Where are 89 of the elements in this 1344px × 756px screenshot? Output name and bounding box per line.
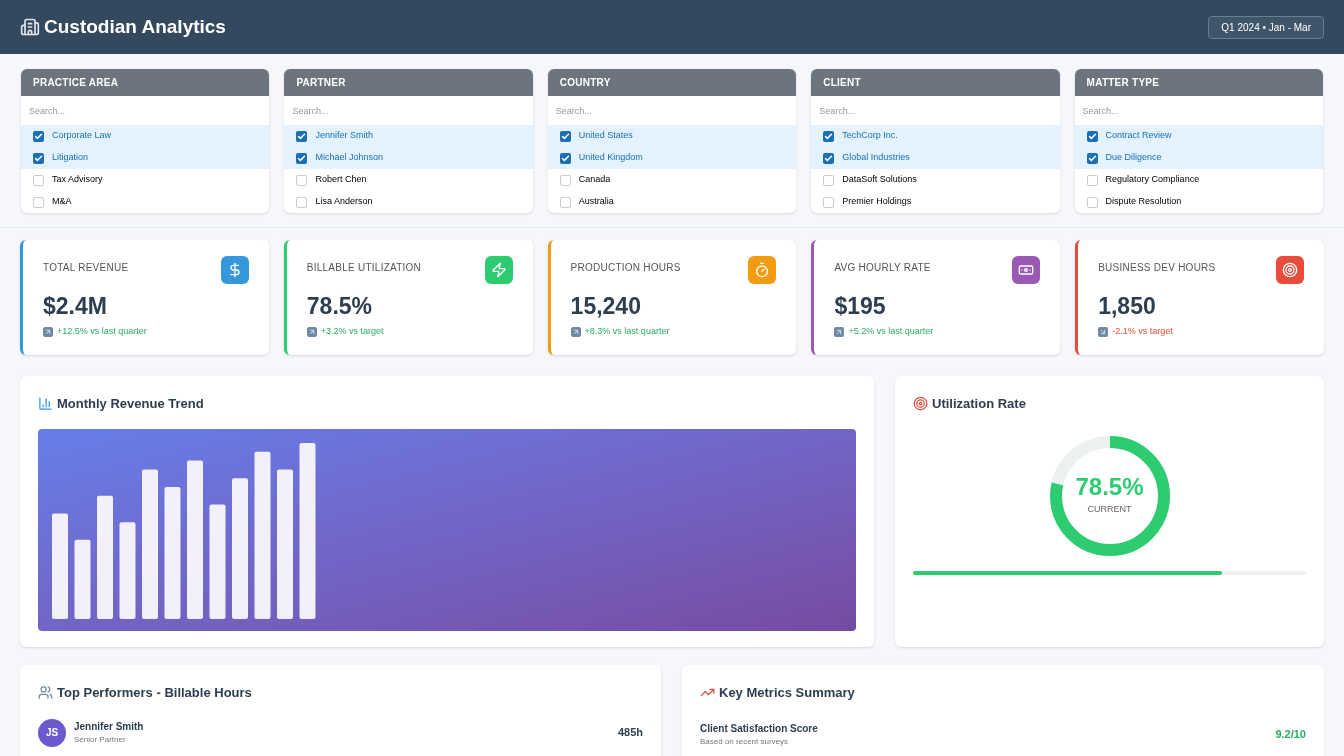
people-icon [38,685,53,701]
checkbox[interactable] [1086,130,1098,142]
checkbox[interactable] [296,152,308,164]
filter-title: PRACTICE AREA [21,69,270,96]
checkbox[interactable] [559,174,571,186]
search-field[interactable]: Search... [811,96,1060,125]
filter-option[interactable]: Michael Johnson [284,147,533,169]
kpi-value: $195 [834,292,887,321]
filter-option[interactable]: M&A [21,191,270,213]
filter-option[interactable]: Premier Holdings [811,191,1060,213]
kpi-label: PRODUCTION HOURS [570,261,681,275]
target-icon [913,396,928,412]
chart-title: Monthly Revenue Trend [57,395,204,413]
gauge-caption: CURRENT [1087,502,1132,516]
performer-name: Jennifer Smith [74,720,145,734]
filter-option[interactable]: Canada [547,169,797,191]
search-field[interactable]: Search... [547,96,797,125]
kpi-label: BUSINESS DEV HOURS [1098,261,1216,275]
filter-option[interactable]: United States [547,125,797,147]
kpi-change: -2.1% vs target [1112,324,1173,338]
checkbox[interactable] [1086,152,1098,164]
filter-option[interactable]: TechCorp Inc. [811,125,1060,147]
kpi-value: $2.4M [43,292,108,321]
filter-title: CLIENT [811,69,1060,96]
filter-option[interactable]: Australia [547,191,797,213]
filter-option[interactable]: United Kingdom [547,147,797,169]
period-button[interactable]: Q1 2024 • Jan - Mar [1208,15,1324,39]
filter-option[interactable]: Global Industries [811,147,1060,169]
checkbox[interactable] [296,130,308,142]
metric-note: Based on recent surveys [700,735,790,748]
section-title: Top Performers - Billable Hours [57,684,252,702]
performer-hours: 485h [617,725,643,741]
filter-title: MATTER TYPE [1074,69,1323,96]
trend-up-icon [834,326,845,337]
checkbox[interactable] [823,152,835,164]
kpi-change: +12.5% vs last quarter [57,324,147,338]
filter-option[interactable]: Regulatory Compliance [1074,169,1323,191]
checkbox[interactable] [559,130,571,142]
checkbox[interactable] [823,196,835,208]
performer-role: Senior Partner [74,734,127,746]
kpi-label: BILLABLE UTILIZATION [306,261,422,275]
avatar: JS [38,718,66,747]
filter-option[interactable]: Contract Review [1074,125,1323,147]
search-field[interactable]: Search... [21,96,270,125]
bar-chart-icon [38,396,53,412]
checkbox[interactable] [823,174,835,186]
filter-title: PARTNER [284,69,533,96]
trend-down-icon [1098,326,1109,337]
checkbox[interactable] [33,196,44,208]
filter-option[interactable]: Dispute Resolution [1074,191,1323,213]
kpi-value: 1,850 [1098,292,1157,321]
filter-option[interactable]: DataSoft Solutions [811,169,1060,191]
checkbox[interactable] [33,130,44,142]
filter-option[interactable]: Tax Advisory [21,169,270,191]
checkbox[interactable] [33,174,44,186]
section-title: Key Metrics Summary [719,684,855,702]
checkbox[interactable] [559,152,571,164]
kpi-change: +8.3% vs last quarter [584,324,670,338]
kpi-value: 15,240 [570,292,642,321]
kpi-change: +5.2% vs last quarter [848,324,934,338]
building-icon [20,17,40,37]
checkbox[interactable] [559,196,571,208]
filter-option[interactable]: Corporate Law [21,125,270,147]
filter-option[interactable]: Jennifer Smith [284,125,533,147]
kpi-label: AVG HOURLY RATE [834,261,931,275]
kpi-change: +3.2% vs target [320,324,384,338]
trend-up-icon [570,326,581,337]
kpi-label: TOTAL REVENUE [43,261,129,275]
metric-name: Client Satisfaction Score [700,721,819,736]
filter-option[interactable]: Due Diligence [1074,147,1323,169]
app-title: Custodian Analytics [44,14,226,39]
checkbox[interactable] [296,196,308,208]
checkbox[interactable] [823,130,835,142]
filter-option[interactable]: Litigation [21,147,270,169]
kpi-value: 78.5% [306,292,373,321]
filter-title: COUNTRY [547,69,797,96]
search-field[interactable]: Search... [284,96,533,125]
checkbox[interactable] [1086,196,1098,208]
checkbox[interactable] [296,174,308,186]
filter-option[interactable]: Lisa Anderson [284,191,533,213]
trend-up-icon [306,326,317,337]
search-field[interactable]: Search... [1074,96,1323,125]
checkbox[interactable] [1086,174,1098,186]
trend-up-icon [43,326,53,337]
metric-value: 9.2/10 [1275,726,1306,742]
filter-option[interactable]: Robert Chen [284,169,533,191]
chart-title: Utilization Rate [932,395,1026,413]
checkbox[interactable] [33,152,44,164]
gauge-reading: 78.5% [1075,474,1144,499]
